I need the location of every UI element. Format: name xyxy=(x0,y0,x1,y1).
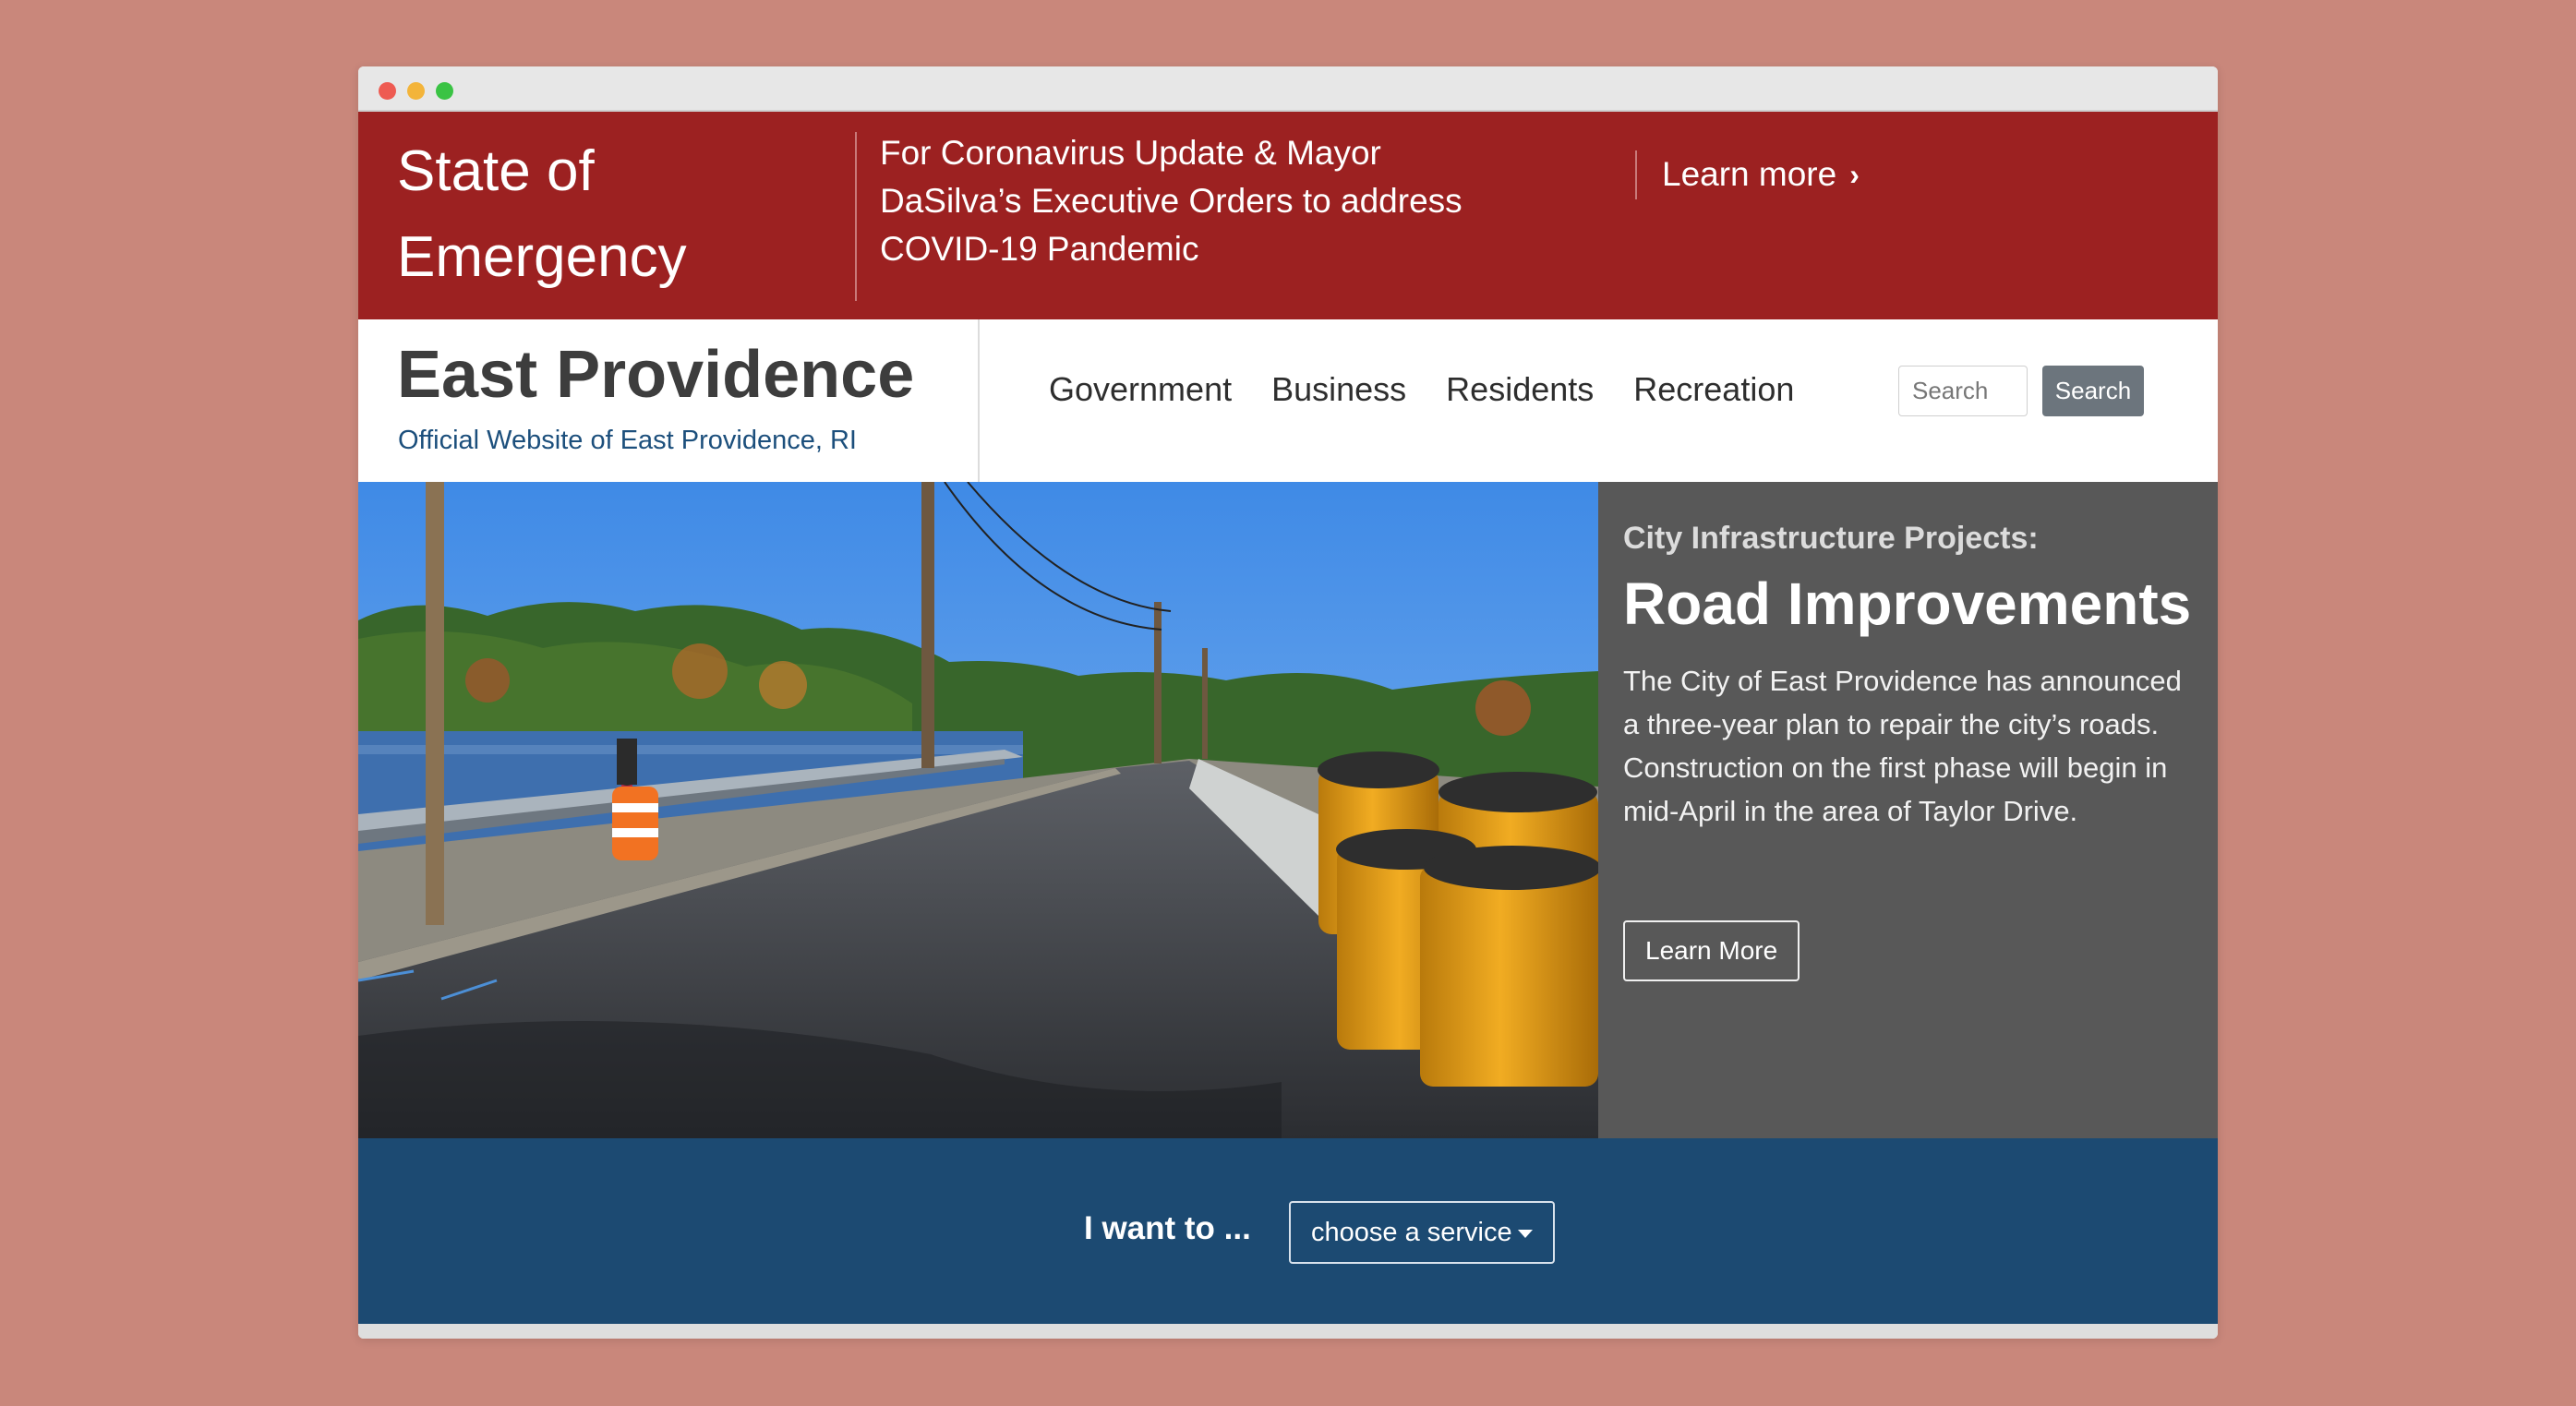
banner-divider xyxy=(1635,150,1637,199)
site-subtitle: Official Website of East Providence, RI xyxy=(398,426,857,455)
header-divider xyxy=(978,319,980,482)
road-photo-illustration xyxy=(358,482,1598,1138)
hero-section: City Infrastructure Projects: Road Impro… xyxy=(358,482,2218,1138)
main-nav: Government Business Residents Recreation xyxy=(1049,367,1834,412)
window-bottom-edge xyxy=(358,1324,2218,1339)
service-select[interactable]: choose a service xyxy=(1289,1201,1555,1264)
site-header: East Providence Official Website of East… xyxy=(358,319,2218,482)
browser-window: State of Emergency For Coronavirus Updat… xyxy=(358,66,2218,1339)
nav-business[interactable]: Business xyxy=(1271,367,1406,412)
nav-recreation[interactable]: Recreation xyxy=(1633,367,1794,412)
hero-body: The City of East Providence has announce… xyxy=(1623,665,2182,827)
service-bar: I want to ... choose a service xyxy=(358,1138,2218,1324)
learn-more-link[interactable]: Learn more › xyxy=(1662,150,1860,198)
emergency-title: State of Emergency xyxy=(397,139,687,289)
caret-down-icon xyxy=(1518,1230,1533,1238)
site-title[interactable]: East Providence xyxy=(397,332,914,417)
hero-headline: Road Improvements xyxy=(1623,571,2192,637)
banner-divider xyxy=(855,132,857,301)
nav-government[interactable]: Government xyxy=(1049,367,1232,412)
search-input[interactable] xyxy=(1898,366,2028,416)
road-photo xyxy=(358,482,1598,1138)
hero-kicker: City Infrastructure Projects: xyxy=(1623,521,2039,556)
learn-more-label: Learn more xyxy=(1662,155,1837,193)
emergency-message: For Coronavirus Update & Mayor DaSilva’s… xyxy=(880,134,1463,268)
chevron-right-icon: › xyxy=(1849,158,1860,191)
hero-panel: City Infrastructure Projects: Road Impro… xyxy=(1598,482,2218,1138)
maximize-window-button[interactable] xyxy=(436,82,453,100)
nav-residents[interactable]: Residents xyxy=(1446,367,1594,412)
service-select-value: choose a service xyxy=(1311,1217,1512,1247)
emergency-banner: State of Emergency For Coronavirus Updat… xyxy=(358,112,2218,319)
minimize-window-button[interactable] xyxy=(407,82,425,100)
service-bar-label: I want to ... xyxy=(1084,1210,1251,1246)
search-button[interactable]: Search xyxy=(2042,366,2144,416)
learn-more-button[interactable]: Learn More xyxy=(1623,920,1800,981)
window-titlebar xyxy=(358,66,2218,112)
close-window-button[interactable] xyxy=(379,82,396,100)
